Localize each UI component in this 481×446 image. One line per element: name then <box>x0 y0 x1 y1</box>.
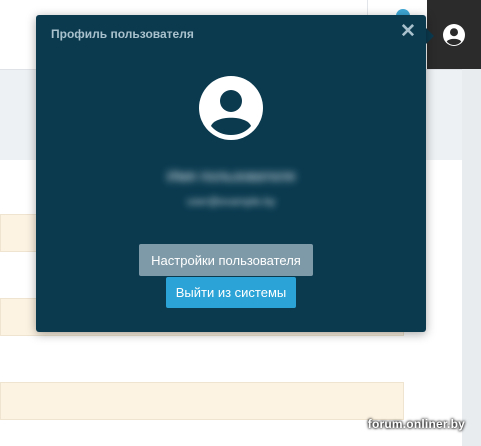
user-name: Имя пользователя <box>166 168 296 185</box>
watermark: forum.onliner.by <box>367 417 465 431</box>
profile-popup: Профиль пользователя ✕ Имя пользователя … <box>36 15 426 332</box>
user-settings-button[interactable]: Настройки пользователя <box>139 244 313 276</box>
close-icon[interactable]: ✕ <box>400 22 416 41</box>
user-avatar-icon <box>199 76 263 140</box>
user-circle-icon <box>443 23 465 46</box>
logout-button[interactable]: Выйти из системы <box>166 277 296 308</box>
list-item <box>0 382 404 420</box>
user-menu-button[interactable] <box>427 0 481 69</box>
user-email: user@example.by <box>186 196 276 208</box>
page: Профиль пользователя ✕ Имя пользователя … <box>0 0 481 446</box>
scroll-track <box>462 69 481 446</box>
popup-pointer <box>426 28 434 44</box>
popup-title: Профиль пользователя <box>51 27 194 41</box>
